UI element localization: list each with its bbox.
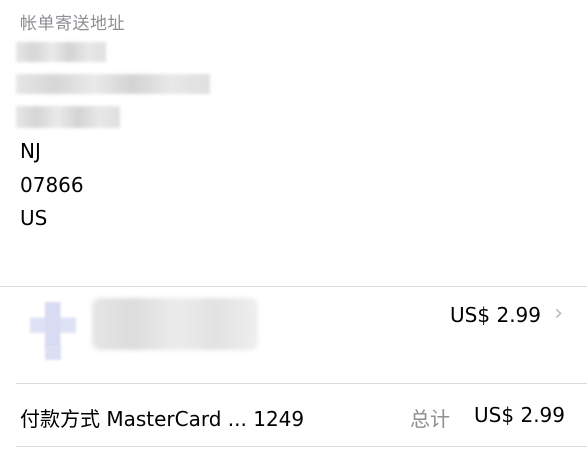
redacted-city	[16, 106, 120, 128]
redacted-item-name	[92, 298, 258, 350]
total-label: 总计	[410, 407, 450, 431]
redacted-street-address	[16, 74, 210, 94]
address-zip: 07866	[20, 173, 84, 197]
app-icon	[30, 302, 76, 348]
payment-method[interactable]: 付款方式 MasterCard ... 1249	[20, 403, 304, 432]
app-icon-detail	[45, 346, 61, 360]
billing-address-label: 帐单寄送地址	[20, 14, 125, 34]
payment-summary-row: 付款方式 MasterCard ... 1249 总计 US$ 2.99	[0, 385, 587, 447]
item-price: US$ 2.99	[450, 303, 541, 327]
purchase-item-row[interactable]: US$ 2.99 ›	[0, 288, 587, 383]
redacted-name	[16, 42, 106, 62]
divider-middle	[16, 383, 587, 384]
divider-bottom	[16, 446, 587, 447]
address-country: US	[20, 206, 48, 230]
chevron-right-icon: ›	[554, 301, 563, 326]
total-value: US$ 2.99	[474, 403, 565, 427]
address-state: NJ	[20, 139, 41, 163]
divider-top	[0, 286, 587, 287]
